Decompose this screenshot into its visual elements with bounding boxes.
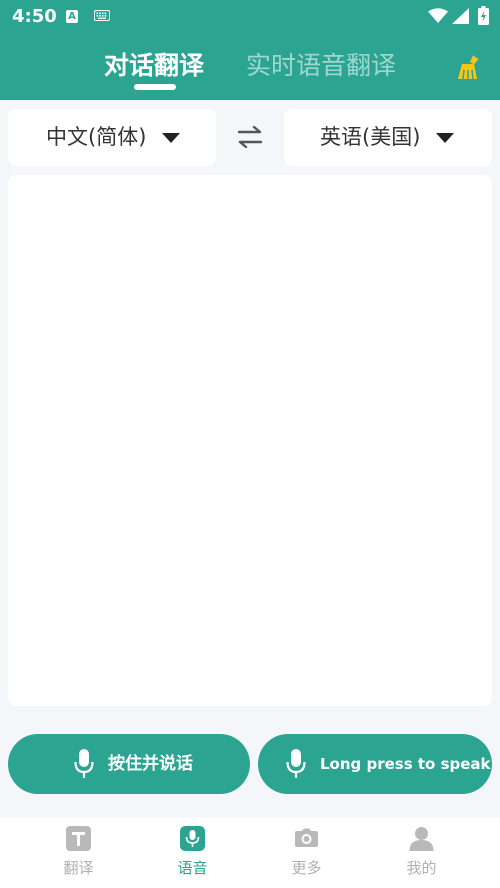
hold-to-speak-target-label: Long press to speak — [320, 755, 491, 773]
microphone-icon — [286, 749, 306, 778]
chevron-down-icon — [436, 133, 454, 143]
source-language-label: 中文(简体) — [46, 125, 147, 149]
nav-item-mine[interactable]: 我的 — [359, 818, 484, 888]
target-language-selector[interactable]: 英语(美国) — [284, 109, 492, 166]
nav-label-translate: 翻译 — [63, 859, 94, 877]
target-language-label: 英语(美国) — [320, 125, 421, 149]
keyboard-icon — [94, 10, 110, 21]
nav-label-more: 更多 — [291, 859, 322, 877]
active-tab-indicator — [134, 84, 176, 90]
notification-badge-icon: A — [66, 10, 78, 23]
nav-item-translate[interactable]: 翻译 — [16, 818, 141, 888]
nav-item-more[interactable]: 更多 — [244, 818, 369, 888]
hold-to-speak-source-button[interactable]: 按住并说话 — [8, 734, 250, 794]
hold-to-speak-source-label: 按住并说话 — [108, 754, 193, 774]
tab-conversation-translate[interactable]: 对话翻译 — [104, 48, 204, 84]
camera-icon — [295, 828, 318, 847]
hold-to-speak-target-button[interactable]: Long press to speak — [258, 734, 492, 794]
text-icon — [66, 826, 91, 851]
nav-label-voice: 语音 — [177, 859, 208, 877]
app-header: 4:50 A 对话翻译 实时语音翻译 — [0, 0, 500, 100]
swap-arrows-icon[interactable] — [236, 124, 264, 150]
conversation-area — [8, 175, 492, 706]
person-icon — [409, 827, 434, 851]
source-language-selector[interactable]: 中文(简体) — [8, 109, 216, 166]
tab-realtime-voice-translate[interactable]: 实时语音翻译 — [246, 48, 396, 84]
status-time: 4:50 — [12, 6, 57, 27]
wifi-icon — [428, 8, 448, 23]
microphone-icon — [180, 826, 205, 851]
microphone-icon — [74, 749, 94, 778]
status-bar: 4:50 A — [0, 0, 500, 34]
broom-icon[interactable] — [456, 54, 482, 80]
chevron-down-icon — [162, 133, 180, 143]
signal-icon — [452, 8, 469, 24]
nav-label-mine: 我的 — [406, 859, 437, 877]
battery-charging-icon — [478, 6, 489, 25]
bottom-navigation: 翻译 语音 更多 我的 — [0, 818, 500, 888]
nav-item-voice[interactable]: 语音 — [130, 818, 255, 888]
